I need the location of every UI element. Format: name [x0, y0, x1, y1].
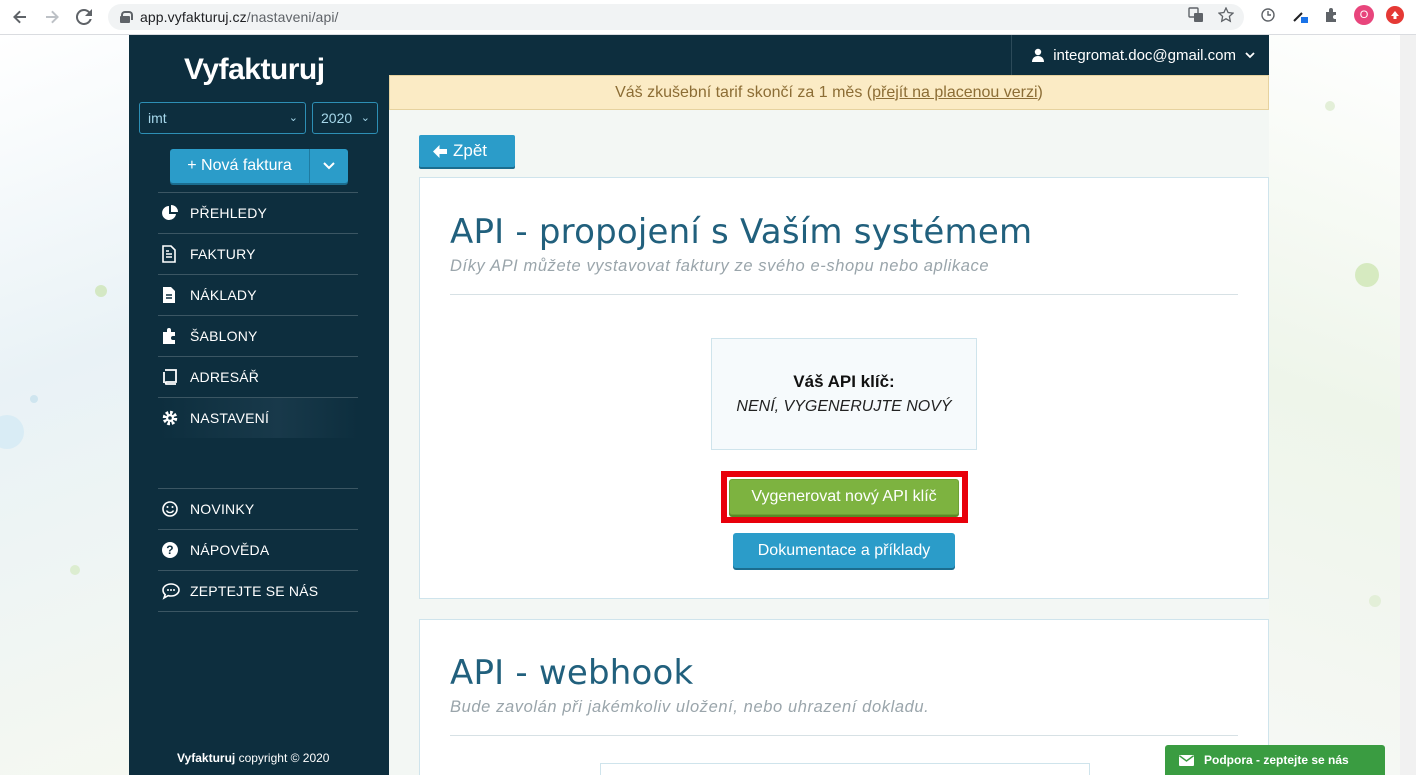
receipt-icon [158, 286, 190, 304]
extension-grammar-icon[interactable] [1258, 5, 1278, 25]
chevron-down-icon [1245, 51, 1255, 58]
copyright: Vyfakturuj copyright © 2020 [177, 751, 330, 765]
webhook-form-box [600, 763, 1090, 775]
reload-icon[interactable] [68, 1, 100, 33]
envelope-icon [1179, 754, 1194, 766]
address-book-icon [158, 368, 190, 386]
translate-icon[interactable] [1188, 7, 1204, 27]
browser-toolbar: app.vyfakturuj.cz/nastaveni/api/ O [0, 0, 1416, 35]
profile-avatar[interactable]: O [1354, 5, 1374, 25]
url-text: app.vyfakturuj.cz/nastaveni/api/ [140, 9, 339, 25]
year-select[interactable]: 2020 ⌄ [312, 102, 378, 134]
pie-chart-icon [158, 204, 190, 222]
top-bar: integromat.doc@gmail.com [389, 35, 1269, 75]
new-invoice-button[interactable]: + Nová faktura [170, 149, 348, 183]
forward-arrow-icon[interactable] [36, 1, 68, 33]
divider [450, 294, 1238, 295]
new-invoice-label[interactable]: + Nová faktura [170, 149, 310, 183]
document-icon [158, 245, 190, 263]
sidebar-item-adresar[interactable]: ADRESÁŘ [158, 356, 358, 397]
extensions-puzzle-icon[interactable] [1322, 5, 1342, 25]
sidebar-item-naklady[interactable]: NÁKLADY [158, 274, 358, 315]
api-card: API - propojení s Vaším systémem Díky AP… [419, 177, 1269, 599]
user-menu[interactable]: integromat.doc@gmail.com [1011, 35, 1269, 75]
divider [450, 735, 1238, 736]
sidebar-item-faktury[interactable]: FAKTURY [158, 233, 358, 274]
trial-banner: Váš zkušební tarif skončí za 1 měs (přej… [389, 75, 1269, 110]
generate-api-key-button[interactable]: Vygenerovat nový API klíč [729, 479, 959, 515]
support-chat-button[interactable]: Podpora - zeptejte se nás [1165, 745, 1385, 775]
documentation-button[interactable]: Dokumentace a příklady [733, 533, 955, 568]
help-icon: ? [158, 541, 190, 559]
page-subtitle: Díky API můžete vystavovat faktury ze sv… [450, 257, 990, 275]
page-title: API - propojení s Vaším systémem [450, 212, 1033, 252]
puzzle-icon [158, 327, 190, 345]
bookmark-star-icon[interactable] [1217, 6, 1235, 27]
extension-eyedropper-icon[interactable] [1290, 5, 1310, 25]
background-decoration-left [0, 35, 129, 775]
api-key-value: NENÍ, VYGENERUJTE NOVÝ [736, 398, 952, 415]
new-invoice-dropdown[interactable] [310, 149, 348, 183]
api-key-box: Váš API klíč: NENÍ, VYGENERUJTE NOVÝ [711, 338, 977, 450]
scrollbar[interactable] [1400, 35, 1416, 775]
back-arrow-icon[interactable] [4, 1, 36, 33]
back-button[interactable]: Zpět [419, 135, 515, 167]
main-menu: PŘEHLEDY FAKTURY NÁKLADY ŠABLONY ADRESÁŘ… [158, 192, 358, 438]
sidebar-item-sablony[interactable]: ŠABLONY [158, 315, 358, 356]
webhook-card: API - webhook Bude zavolán při jakémkoli… [419, 619, 1269, 775]
arrow-left-icon [433, 144, 447, 158]
secondary-menu: NOVINKY ? NÁPOVĚDA ZEPTEJTE SE NÁS [158, 488, 358, 612]
sidebar-item-zeptejte[interactable]: ZEPTEJTE SE NÁS [158, 570, 358, 611]
smile-icon [158, 500, 190, 518]
user-icon [1032, 48, 1045, 62]
app-logo[interactable]: Vyfakturuj [184, 53, 325, 87]
chat-icon [158, 582, 190, 600]
sidebar-item-napoveda[interactable]: ? NÁPOVĚDA [158, 529, 358, 570]
company-select[interactable]: imt ⌄ [139, 102, 306, 134]
sidebar-item-nastaveni[interactable]: NASTAVENÍ [158, 397, 358, 438]
sidebar: Vyfakturuj imt ⌄ 2020 ⌄ + Nová faktura P… [129, 35, 389, 775]
webhook-title: API - webhook [450, 653, 694, 693]
gear-icon [158, 409, 190, 427]
api-key-label: Váš API klíč: [793, 372, 895, 391]
svg-text:?: ? [166, 543, 174, 557]
chevron-down-icon: ⌄ [360, 112, 370, 124]
sidebar-item-prehledy[interactable]: PŘEHLEDY [158, 192, 358, 233]
background-decoration-right [1269, 35, 1416, 775]
lock-icon [120, 11, 133, 23]
update-icon[interactable] [1386, 6, 1404, 24]
chevron-down-icon: ⌄ [288, 112, 298, 124]
chevron-down-icon [323, 162, 335, 170]
upgrade-link[interactable]: přejít na placenou verzi [872, 84, 1037, 102]
webhook-subtitle: Bude zavolán při jakémkoliv uložení, neb… [450, 698, 930, 716]
sidebar-item-novinky[interactable]: NOVINKY [158, 488, 358, 529]
address-bar[interactable]: app.vyfakturuj.cz/nastaveni/api/ [108, 4, 1244, 30]
